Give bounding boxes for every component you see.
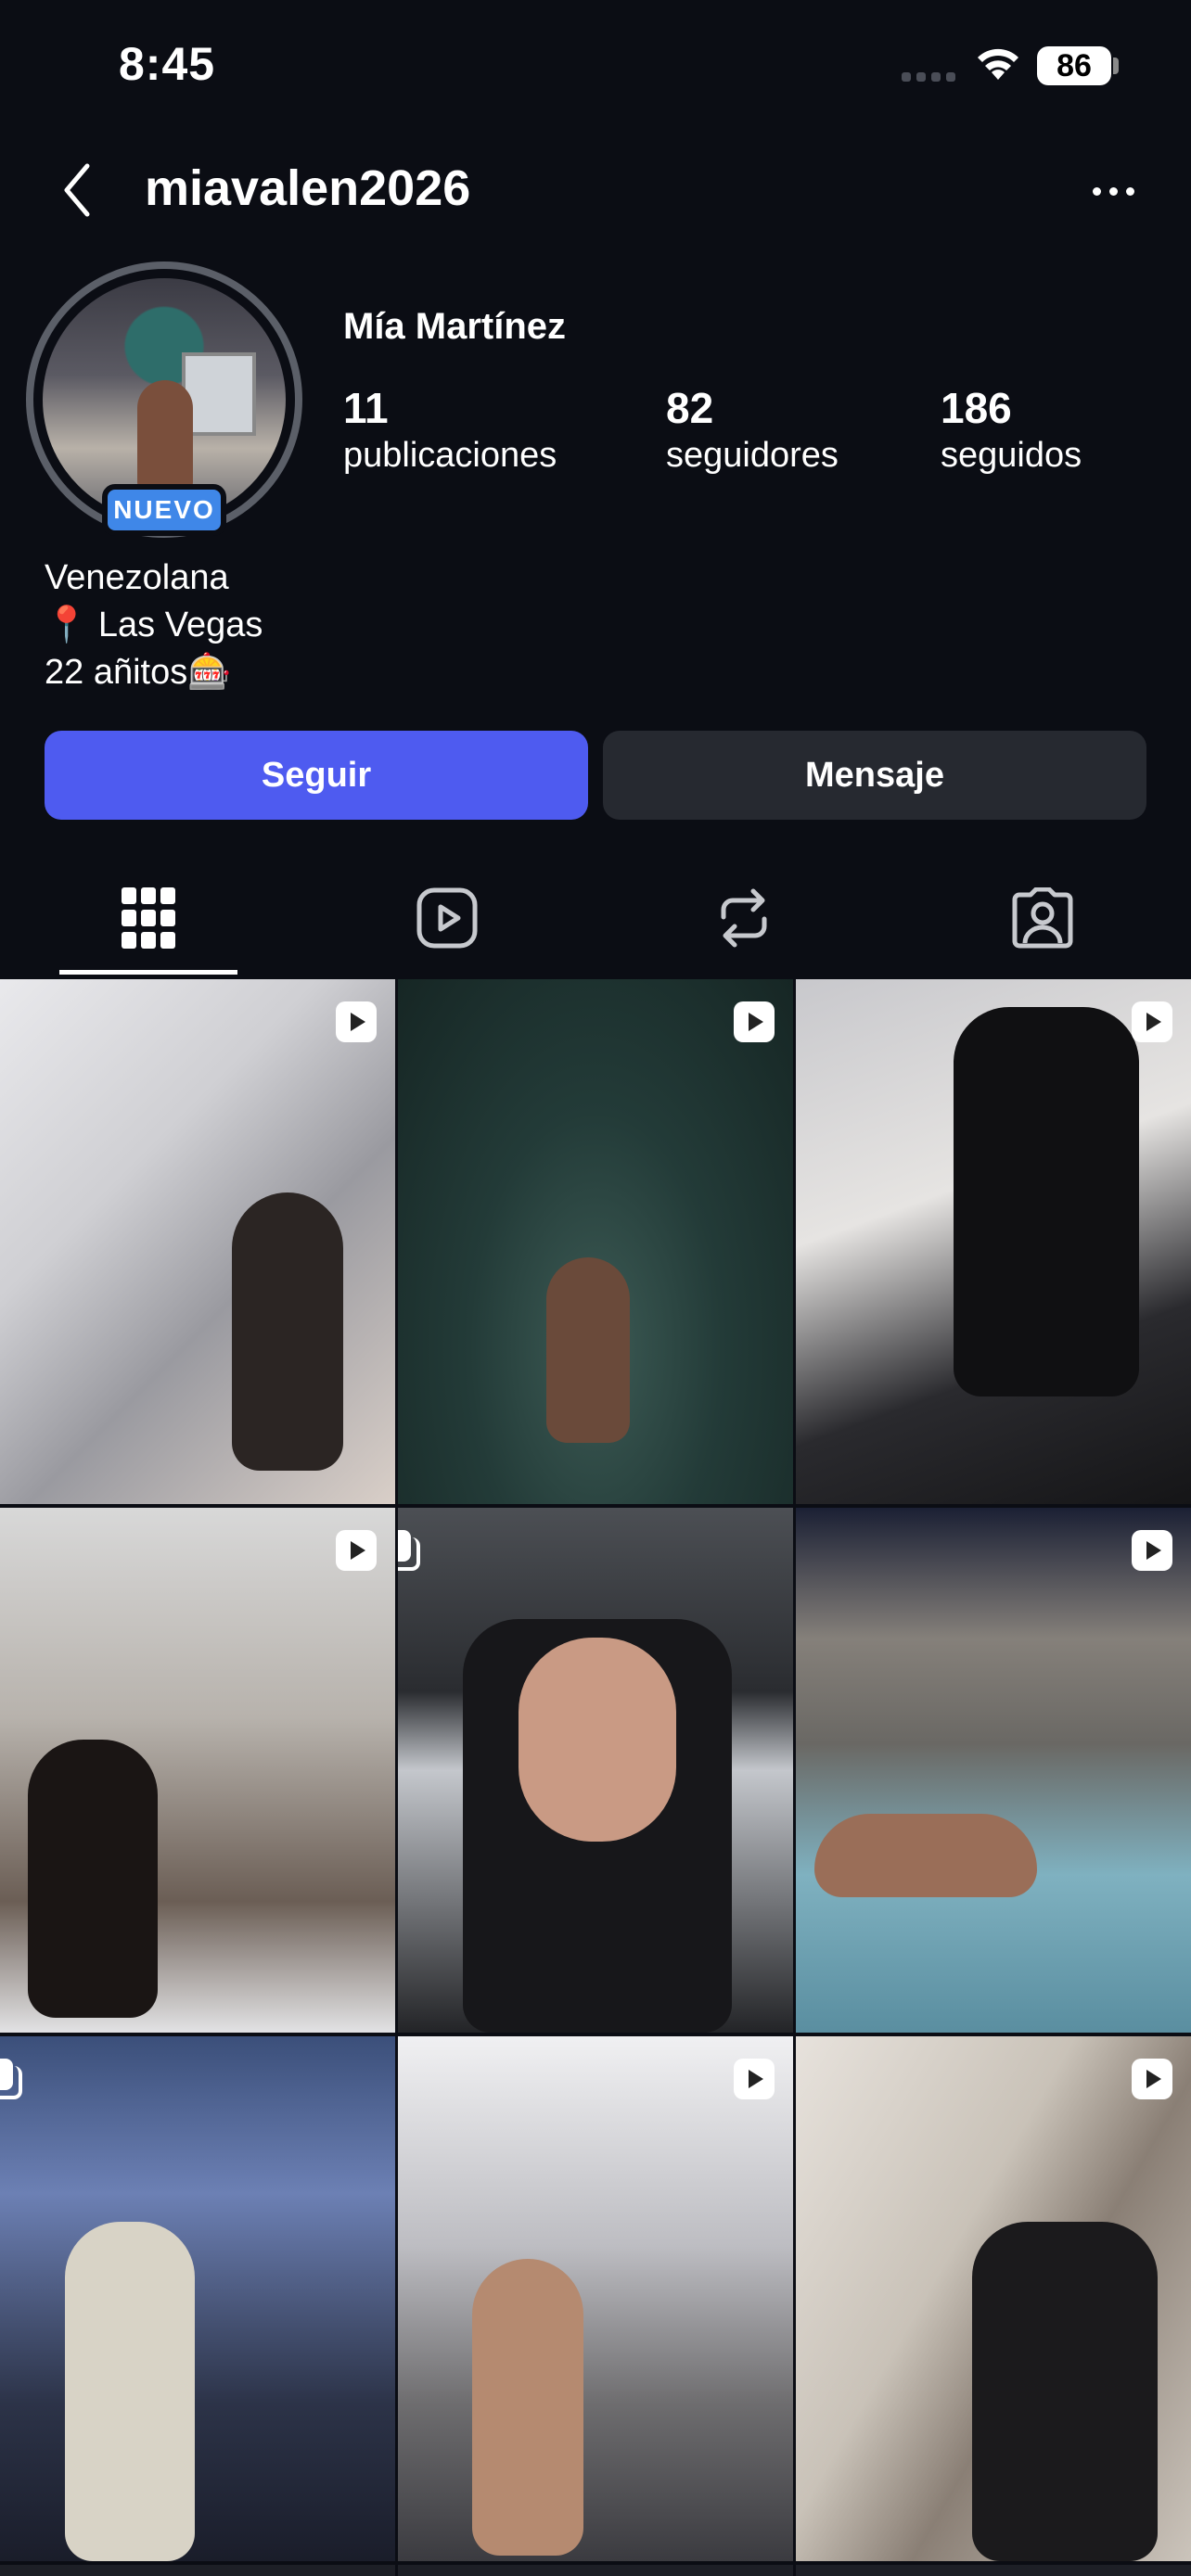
- reposts-icon: [721, 888, 767, 948]
- avatar-photo-person: [137, 380, 193, 491]
- post-thumbnail[interactable]: [0, 1508, 395, 2033]
- post-thumbnail[interactable]: [398, 979, 793, 1504]
- post-thumbnail[interactable]: [398, 2036, 793, 2561]
- cellular-signal-icon: [902, 72, 955, 82]
- tagged-icon: [1012, 887, 1073, 949]
- profile-username: miavalen2026: [145, 160, 471, 216]
- tab-selected-indicator: [59, 970, 237, 975]
- profile-bio: Venezolana 📍 Las Vegas 22 añitos🎰: [45, 555, 263, 696]
- back-button[interactable]: [54, 158, 100, 223]
- tab-reels[interactable]: [401, 881, 493, 955]
- post-thumbnail-partial[interactable]: [796, 2565, 1191, 2576]
- stat-posts-count: 11: [343, 384, 389, 432]
- carousel-icon: [398, 1530, 420, 1571]
- post-thumbnail[interactable]: [398, 1508, 793, 2033]
- reel-icon: [1132, 1001, 1172, 1042]
- status-bar: 8:45 86: [0, 0, 1191, 130]
- reel-icon: [734, 1001, 775, 1042]
- stat-followers-count: 82: [666, 384, 714, 432]
- bio-line: Venezolana: [45, 558, 229, 597]
- bio-line: 22 añitos🎰: [45, 653, 232, 692]
- reel-icon: [336, 1530, 377, 1571]
- posts-grid: [0, 979, 1191, 2576]
- chevron-left-icon: [64, 163, 90, 217]
- more-options-button[interactable]: [1085, 172, 1141, 210]
- reel-icon: [1132, 1530, 1172, 1571]
- profile-full-name: Mía Martínez: [343, 306, 567, 347]
- profile-tabs: [0, 862, 1191, 976]
- battery-cap: [1113, 57, 1119, 74]
- tab-tagged[interactable]: [996, 881, 1089, 955]
- post-thumbnail[interactable]: [796, 2036, 1191, 2561]
- wifi-icon: [978, 48, 1018, 80]
- stat-posts-label: publicaciones: [343, 436, 557, 475]
- stat-followers[interactable]: 82 seguidores: [666, 382, 839, 477]
- new-badge: NUEVO: [102, 484, 226, 536]
- stat-following[interactable]: 186 seguidos: [941, 382, 1082, 477]
- post-thumbnail-partial[interactable]: [0, 2565, 395, 2576]
- avatar-photo-window: [182, 352, 256, 436]
- post-thumbnail-partial[interactable]: [398, 2565, 793, 2576]
- post-thumbnail[interactable]: [0, 979, 395, 1504]
- follow-button[interactable]: Seguir: [45, 731, 588, 820]
- post-thumbnail[interactable]: [0, 2036, 395, 2561]
- reels-icon: [416, 887, 478, 949]
- post-thumbnail[interactable]: [796, 1508, 1191, 2033]
- stat-following-label: seguidos: [941, 436, 1082, 475]
- stat-posts: 11 publicaciones: [343, 382, 557, 477]
- grid-icon: [122, 887, 175, 949]
- carousel-icon: [0, 2059, 22, 2099]
- stat-followers-label: seguidores: [666, 436, 839, 475]
- post-thumbnail[interactable]: [796, 979, 1191, 1504]
- reel-icon: [336, 1001, 377, 1042]
- battery-level: 86: [1037, 46, 1111, 85]
- reel-icon: [734, 2059, 775, 2099]
- stat-following-count: 186: [941, 384, 1012, 432]
- ellipsis-icon: [1092, 186, 1101, 196]
- tab-reposts[interactable]: [698, 881, 790, 955]
- reel-icon: [1132, 2059, 1172, 2099]
- tab-posts-grid[interactable]: [102, 881, 195, 955]
- bio-line: 📍 Las Vegas: [45, 606, 263, 644]
- message-button[interactable]: Mensaje: [603, 731, 1146, 820]
- status-time: 8:45: [119, 38, 216, 90]
